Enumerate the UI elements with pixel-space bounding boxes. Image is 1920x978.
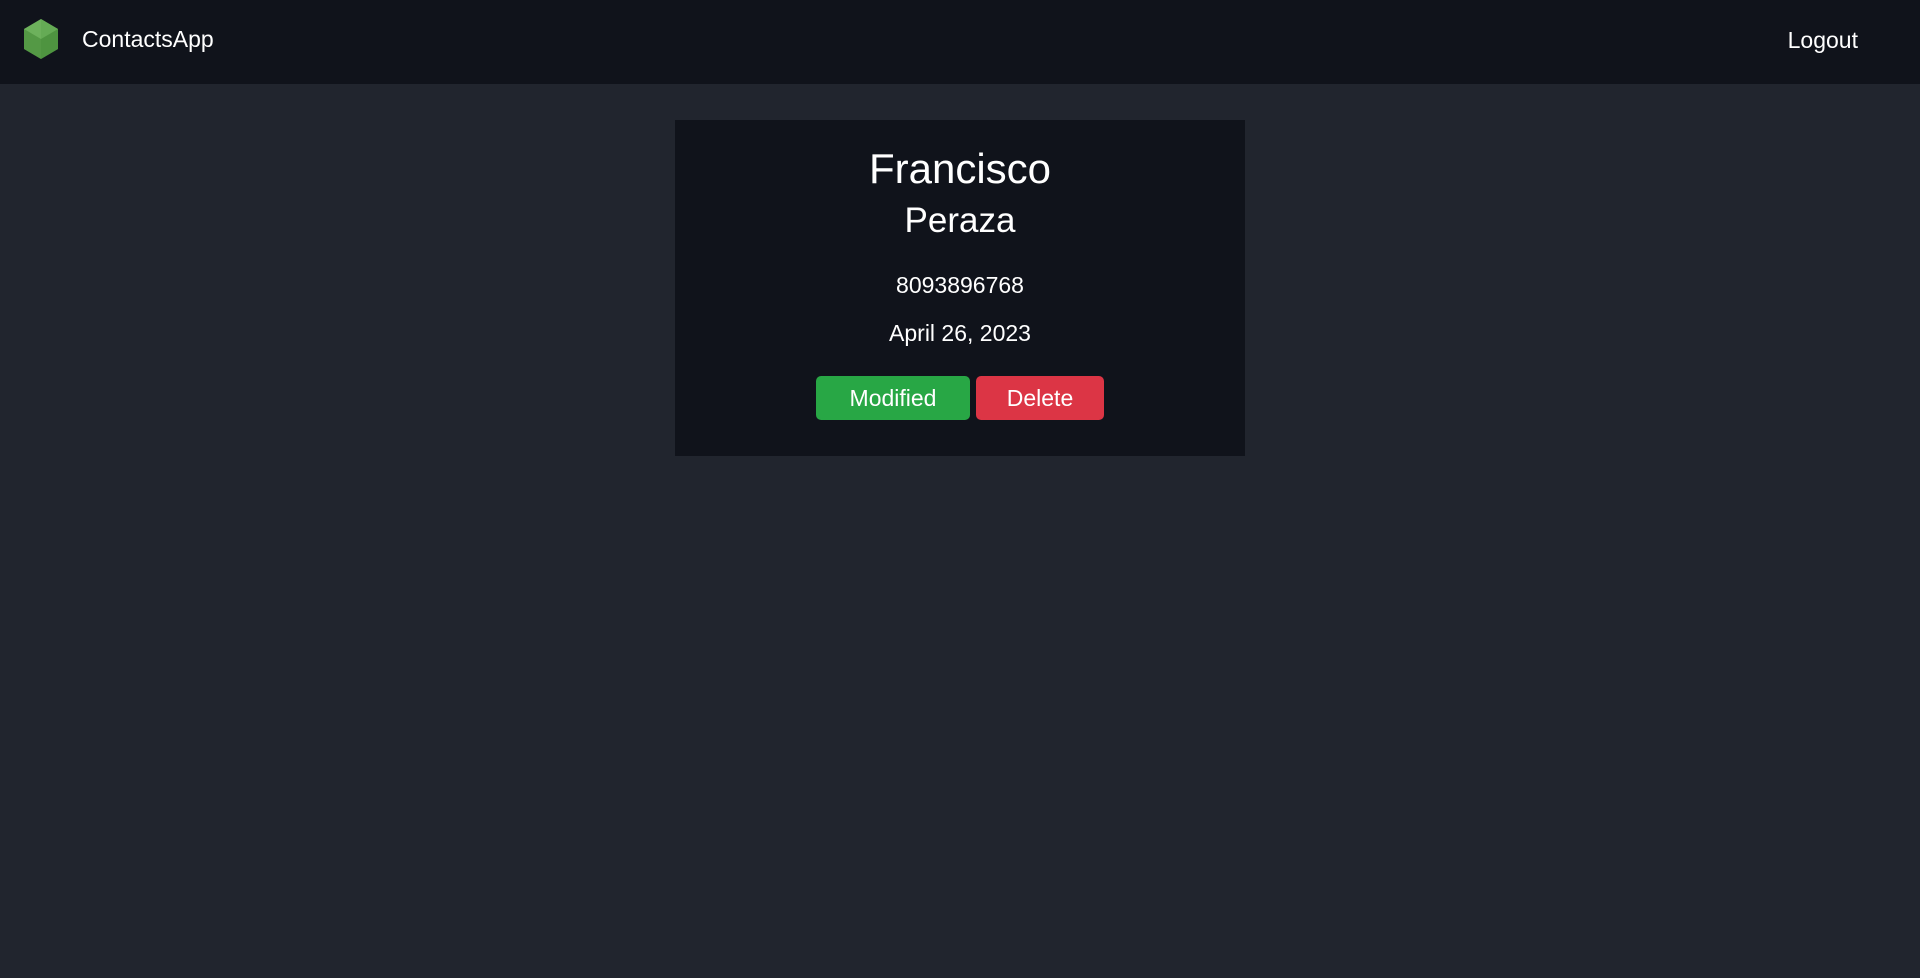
top-navbar: ContactsApp Logout	[0, 0, 1920, 84]
contact-actions: Modified Delete	[675, 376, 1245, 420]
nodejs-hexagon-icon	[24, 19, 58, 59]
brand-name: ContactsApp	[82, 25, 214, 52]
modify-button[interactable]: Modified	[816, 376, 970, 420]
contact-first-name: Francisco	[868, 145, 1052, 192]
contact-card: Francisco Peraza 8093896768 April 26, 20…	[675, 120, 1245, 456]
contact-phone: 8093896768	[896, 272, 1024, 298]
delete-button[interactable]: Delete	[976, 376, 1104, 420]
contact-date: April 26, 2023	[889, 320, 1031, 346]
brand-link[interactable]: ContactsApp	[22, 18, 214, 60]
contact-last-name: Peraza	[904, 201, 1016, 240]
logout-link[interactable]: Logout	[1788, 27, 1858, 54]
